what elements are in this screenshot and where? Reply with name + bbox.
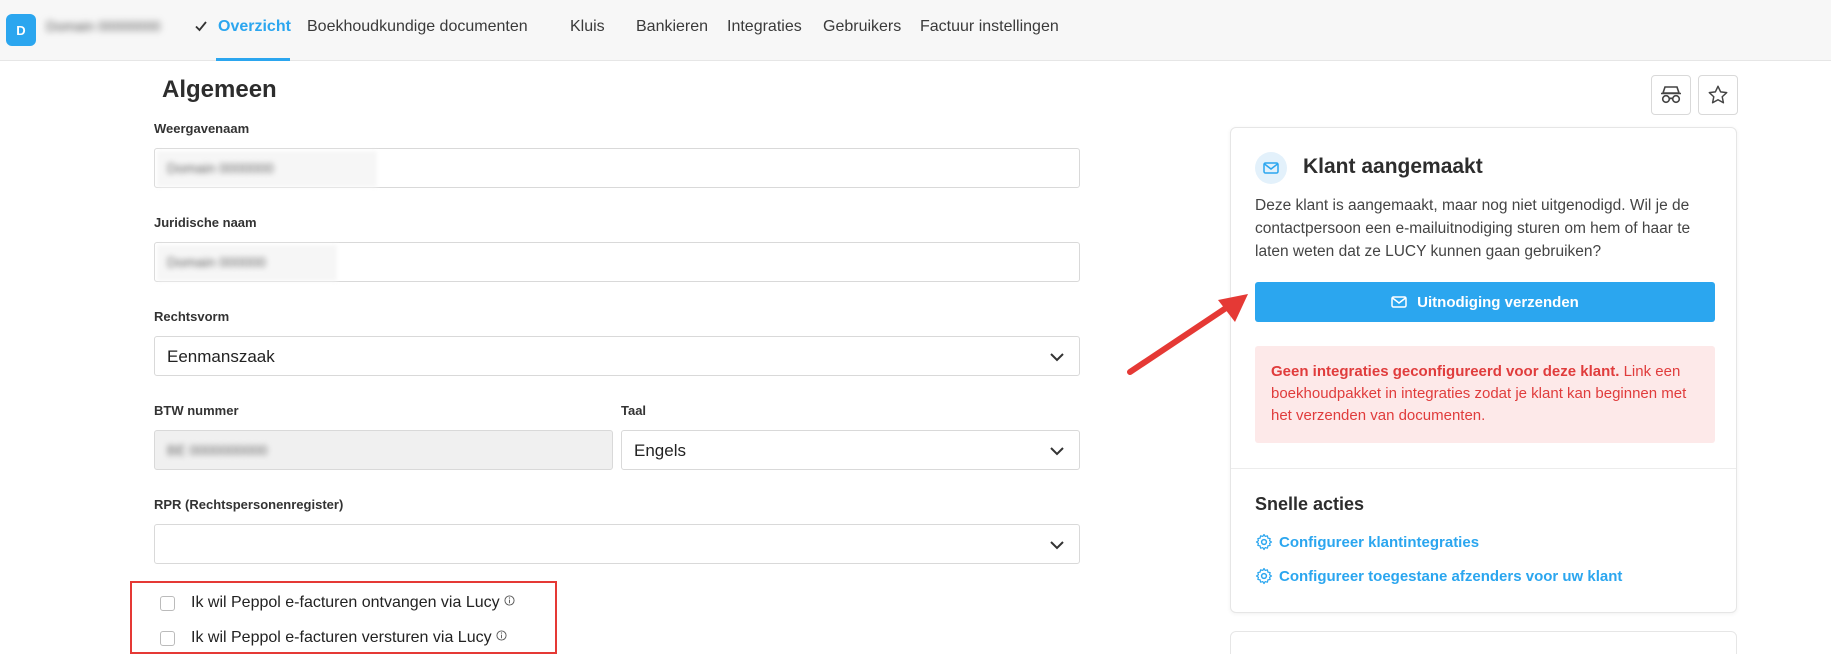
tab-bankieren[interactable]: Bankieren — [636, 18, 708, 36]
chevron-down-icon — [1050, 447, 1064, 456]
tab-overzicht[interactable]: Overzicht — [218, 18, 291, 36]
legal-name-label: Juridische naam — [154, 215, 257, 230]
peppol-receive-checkbox[interactable] — [160, 595, 175, 611]
legal-name-value: Domain 000000 — [167, 254, 266, 270]
star-icon — [1708, 85, 1728, 104]
incognito-button[interactable] — [1651, 75, 1691, 115]
legal-name-input[interactable]: Domain 000000 — [154, 242, 1080, 282]
no-integrations-alert: Geen integraties geconfigureerd voor dez… — [1255, 346, 1715, 443]
vat-label: BTW nummer — [154, 403, 239, 418]
tab-factuur-instellingen[interactable]: Factuur instellingen — [920, 18, 1059, 36]
vat-value: BE 0000000000 — [167, 442, 268, 458]
display-name-value: Domain 0000000 — [167, 160, 274, 176]
alert-heading: Geen integraties geconfigureerd voor dez… — [1271, 363, 1620, 380]
section-title: Algemeen — [162, 76, 277, 103]
info-icon[interactable] — [504, 594, 515, 606]
chevron-down-icon — [1050, 353, 1064, 362]
tab-gebruikers[interactable]: Gebruikers — [823, 18, 901, 36]
legal-form-label: Rechtsvorm — [154, 309, 230, 324]
legal-form-select[interactable]: Eenmanszaak — [154, 336, 1080, 376]
active-tab-indicator — [216, 58, 290, 61]
peppol-send-label: Ik wil Peppol e-facturen versturen via L… — [191, 629, 492, 646]
language-value: Engels — [634, 441, 686, 460]
peppol-send-row[interactable]: Ik wil Peppol e-facturen versturen via L… — [160, 627, 507, 649]
gear-icon — [1255, 533, 1273, 551]
display-name-input[interactable]: Domain 0000000 — [154, 148, 1080, 188]
vat-input: BE 0000000000 — [154, 430, 613, 470]
card-title: Klant aangemaakt — [1303, 155, 1483, 178]
top-nav: D Domain 00000000 Overzicht Boekhoudkund… — [0, 0, 1831, 61]
configure-integrations-link[interactable]: Configureer klantintegraties — [1255, 533, 1479, 551]
legal-form-value: Eenmanszaak — [167, 347, 275, 366]
incognito-icon — [1661, 86, 1681, 104]
rpr-select[interactable] — [154, 524, 1080, 564]
gear-icon — [1255, 567, 1273, 585]
secondary-card — [1230, 631, 1737, 654]
tab-integraties[interactable]: Integraties — [727, 18, 802, 36]
check-icon — [195, 21, 207, 32]
display-name-label: Weergavenaam — [154, 121, 250, 136]
send-invitation-button[interactable]: Uitnodiging verzenden — [1255, 282, 1715, 322]
rpr-label: RPR (Rechtspersonenregister) — [154, 497, 344, 512]
divider — [1231, 468, 1736, 469]
client-name[interactable]: Domain 00000000 — [46, 18, 160, 34]
peppol-receive-row[interactable]: Ik wil Peppol e-facturen ontvangen via L… — [160, 592, 515, 614]
card-description: Deze klant is aangemaakt, maar nog niet … — [1255, 197, 1691, 260]
send-invitation-label: Uitnodiging verzenden — [1417, 293, 1579, 311]
annotation-arrow-icon — [1127, 294, 1248, 375]
tab-kluis[interactable]: Kluis — [570, 18, 605, 36]
client-status-card: Klant aangemaakt Deze klant is aangemaak… — [1230, 127, 1737, 613]
configure-integrations-label: Configureer klantintegraties — [1279, 533, 1480, 551]
info-icon[interactable] — [496, 629, 507, 641]
mail-badge — [1255, 152, 1287, 184]
peppol-receive-label: Ik wil Peppol e-facturen ontvangen via L… — [191, 594, 500, 611]
configure-senders-label: Configureer toegestane afzenders voor uw… — [1279, 567, 1623, 585]
configure-senders-link[interactable]: Configureer toegestane afzenders voor uw… — [1255, 567, 1622, 585]
mail-icon — [1391, 296, 1407, 308]
mail-icon — [1263, 162, 1279, 174]
language-select[interactable]: Engels — [621, 430, 1080, 470]
tab-boekhoudkundige-documenten[interactable]: Boekhoudkundige documenten — [307, 18, 528, 36]
chevron-down-icon — [1050, 541, 1064, 550]
language-label: Taal — [621, 403, 647, 418]
quick-actions-title: Snelle acties — [1255, 494, 1365, 514]
favorite-button[interactable] — [1698, 75, 1738, 115]
client-avatar[interactable]: D — [6, 14, 36, 46]
peppol-send-checkbox[interactable] — [160, 630, 175, 646]
